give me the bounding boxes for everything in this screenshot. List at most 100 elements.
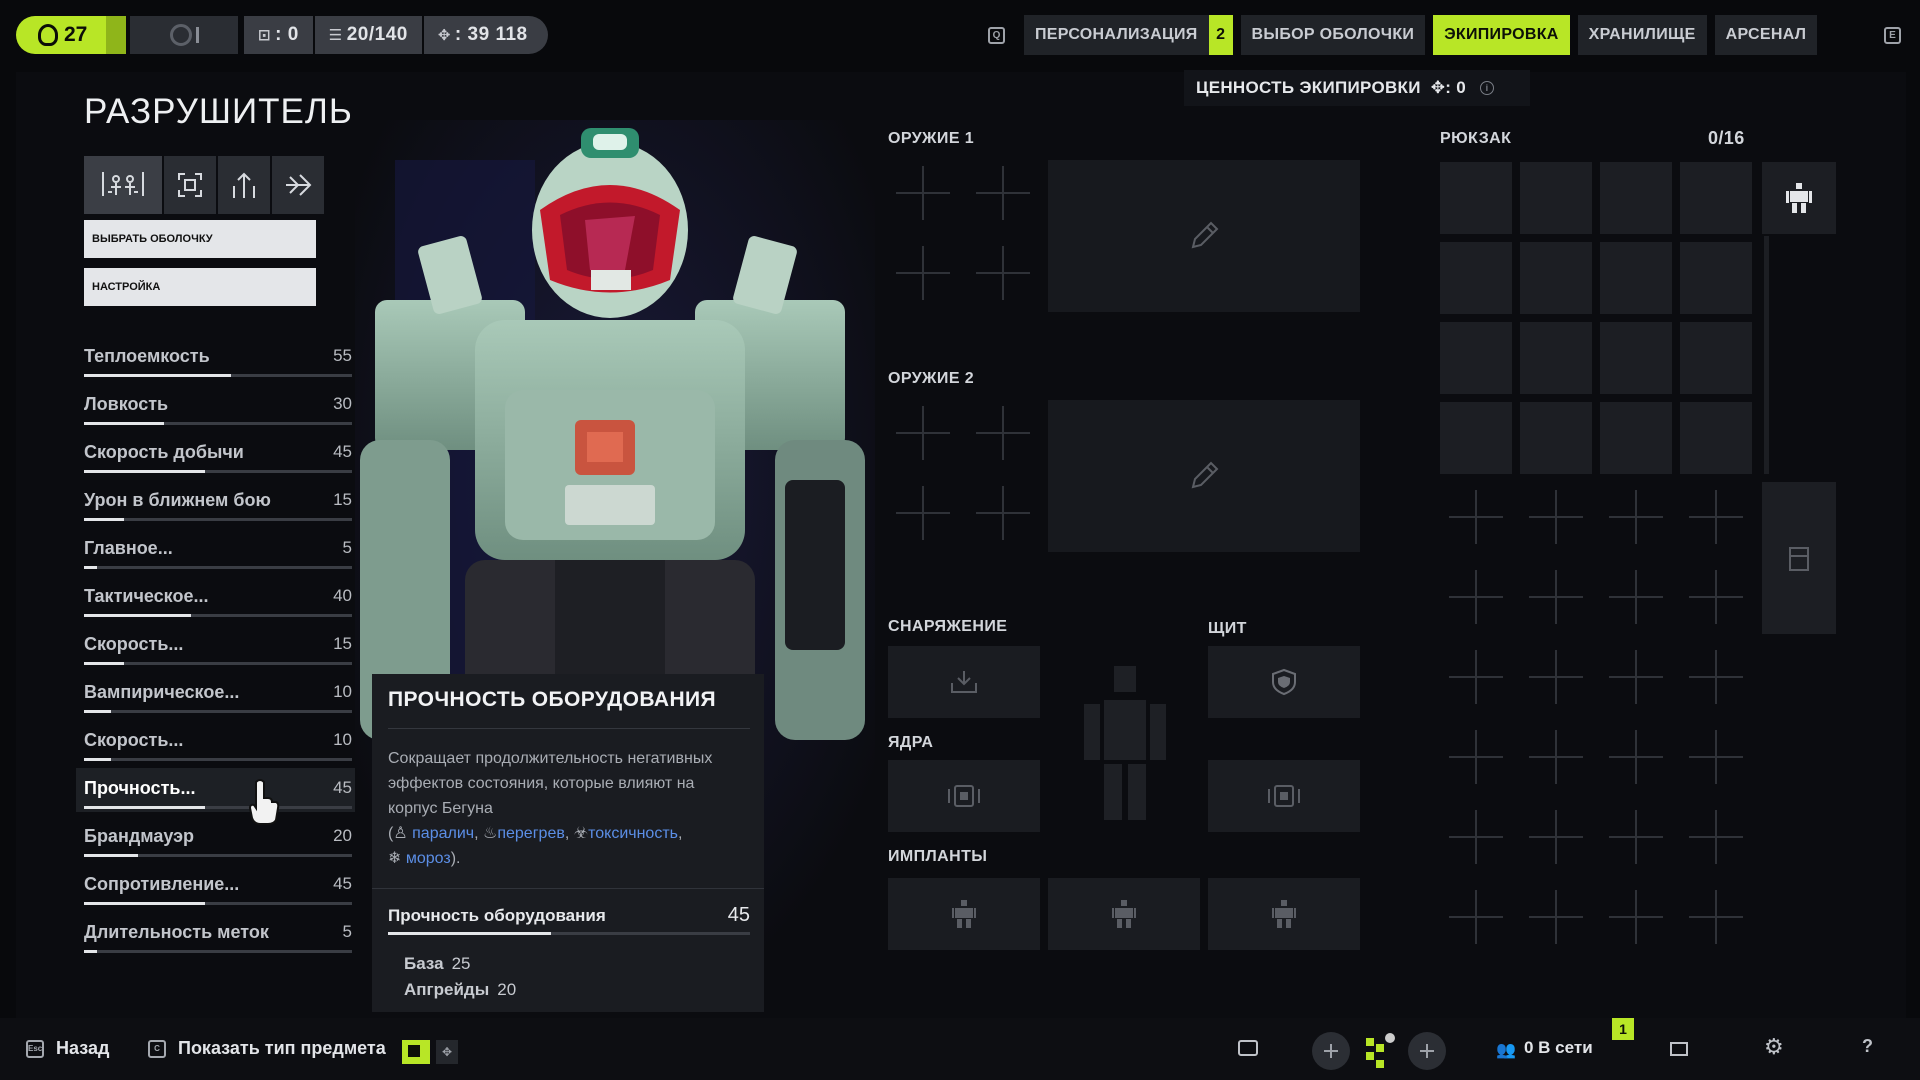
show-item-type-button[interactable]: Показать тип предмета: [178, 1038, 386, 1059]
settings-button[interactable]: НАСТРОЙКА: [84, 268, 316, 306]
backpack-cell[interactable]: [1520, 402, 1592, 474]
q-key-hint[interactable]: Q: [988, 27, 1005, 44]
ability-slot-split[interactable]: [218, 156, 270, 214]
e-key-hint[interactable]: E: [1884, 27, 1901, 44]
backpack-cell[interactable]: [1680, 322, 1752, 394]
mail-icon[interactable]: [1670, 1042, 1688, 1056]
storage-capacity-chip[interactable]: ☰ 20/140: [314, 16, 422, 54]
backpack-cell[interactable]: [1600, 242, 1672, 314]
plus-icon: [1420, 1044, 1434, 1058]
stat-row[interactable]: Ловкость 30: [84, 390, 352, 438]
stat-bar: [84, 710, 111, 713]
implant-slot-1[interactable]: [888, 878, 1040, 950]
weapon-1-slot[interactable]: [1048, 160, 1360, 312]
dash-arrow-icon: [286, 174, 312, 196]
backpack-scrollbar[interactable]: [1764, 236, 1769, 474]
backpack-tab-storage[interactable]: [1762, 482, 1836, 634]
stat-row[interactable]: Урон в ближнем бою 15: [84, 486, 352, 534]
keyword-frost[interactable]: мороз: [406, 850, 451, 867]
ability-slot-team[interactable]: [84, 156, 162, 214]
keyword-overheat[interactable]: перегрев: [497, 825, 565, 842]
weapon-mod-slot[interactable]: [896, 486, 950, 540]
tab-arsenal[interactable]: АРСЕНАЛ: [1714, 15, 1818, 55]
backpack-tab-character[interactable]: [1762, 162, 1836, 234]
player-avatar-icon[interactable]: [1362, 1030, 1398, 1070]
stat-row[interactable]: Брандмауэр 20: [84, 822, 352, 870]
party-slot-left[interactable]: [1312, 1032, 1350, 1070]
core-chip-icon: [1268, 785, 1300, 807]
chat-icon[interactable]: [1238, 1040, 1258, 1056]
core-slot-2[interactable]: [1208, 760, 1360, 832]
weapon-2-slot[interactable]: [1048, 400, 1360, 552]
backpack-cell[interactable]: [1520, 242, 1592, 314]
xp-progress-pill[interactable]: [130, 16, 238, 54]
stat-row[interactable]: Сопротивление... 45: [84, 870, 352, 918]
backpack-cell[interactable]: [1440, 242, 1512, 314]
backpack-cell[interactable]: [1520, 322, 1592, 394]
select-shell-button[interactable]: ВЫБРАТЬ ОБОЛОЧКУ: [84, 220, 316, 258]
info-icon[interactable]: i: [1480, 81, 1495, 95]
stat-row-selected[interactable]: Прочность... 45: [76, 768, 358, 822]
backpack-cell[interactable]: [1680, 162, 1752, 234]
stat-row[interactable]: Длительность меток 5: [84, 918, 352, 966]
backpack-locked-slot: [1529, 730, 1583, 784]
backpack-cell[interactable]: [1440, 402, 1512, 474]
backpack-cell[interactable]: [1600, 162, 1672, 234]
weapon-pencil-icon: [1191, 221, 1219, 249]
currency-chip-a[interactable]: ⊡ : 0: [244, 16, 313, 54]
implant-slot-3[interactable]: [1208, 878, 1360, 950]
keyword-paralysis[interactable]: паралич: [412, 825, 474, 842]
tab-personalization[interactable]: ПЕРСОНАЛИЗАЦИЯ: [1024, 15, 1209, 55]
backpack-cell[interactable]: [1440, 162, 1512, 234]
gear-slot[interactable]: [888, 646, 1040, 718]
tab-shell-select[interactable]: ВЫБОР ОБОЛОЧКИ: [1240, 15, 1426, 55]
backpack-cell[interactable]: [1600, 322, 1672, 394]
implant-slot-2[interactable]: [1048, 878, 1200, 950]
backpack-cell[interactable]: [1680, 402, 1752, 474]
credits-filter-icon[interactable]: ✥: [436, 1040, 458, 1064]
hand-cursor-icon: [248, 779, 280, 825]
tab-equipment[interactable]: ЭКИПИРОВКА: [1433, 15, 1570, 55]
backpack-cell[interactable]: [1440, 322, 1512, 394]
backpack-cell[interactable]: [1520, 162, 1592, 234]
weapon-mod-slot[interactable]: [976, 166, 1030, 220]
weapon-mod-slot[interactable]: [896, 246, 950, 300]
stat-row[interactable]: Теплоемкость 55: [84, 342, 352, 390]
ability-slot-dash[interactable]: [272, 156, 324, 214]
keyword-toxicity[interactable]: токсичность: [588, 825, 678, 842]
core-slot-1[interactable]: [888, 760, 1040, 832]
stat-bar: [84, 470, 205, 473]
stat-bar: [84, 662, 125, 665]
backpack-locked-slot: [1449, 890, 1503, 944]
stat-row[interactable]: Скорость... 10: [84, 726, 352, 774]
weapon-mod-slot[interactable]: [896, 166, 950, 220]
weapon-1-label: ОРУЖИЕ 1: [888, 130, 975, 147]
shield-slot[interactable]: [1208, 646, 1360, 718]
online-friends-button[interactable]: 0 В сети: [1524, 1038, 1593, 1058]
stat-list: Теплоемкость 55 Ловкость 30 Скорость добыч…: [76, 342, 358, 966]
tab-vault[interactable]: ХРАНИЛИЩЕ: [1577, 15, 1707, 55]
help-icon[interactable]: ?: [1862, 1036, 1873, 1057]
backpack-cell[interactable]: [1600, 402, 1672, 474]
backpack-locked-slot: [1609, 490, 1663, 544]
party-slot-right[interactable]: [1408, 1032, 1446, 1070]
back-button[interactable]: Назад: [56, 1038, 109, 1059]
player-level-badge[interactable]: 27: [16, 16, 126, 54]
weapon-mod-slot[interactable]: [976, 486, 1030, 540]
stat-row[interactable]: Скорость... 15: [84, 630, 352, 678]
backpack-locked-slot: [1609, 810, 1663, 864]
stat-row[interactable]: Вампирическое... 10: [84, 678, 352, 726]
backpack-locked-slot: [1689, 810, 1743, 864]
item-type-toggle[interactable]: [402, 1040, 430, 1064]
stat-row[interactable]: Главное... 5: [84, 534, 352, 582]
settings-gear-icon[interactable]: ⚙: [1764, 1034, 1784, 1060]
top-bar: 27 ⊡ : 0 ☰ 20/140 ✥ : 39 118 Q ПЕРСОНАЛИ…: [0, 0, 1920, 70]
backpack-cell[interactable]: [1680, 242, 1752, 314]
stat-row[interactable]: Скорость добычи 45: [84, 438, 352, 486]
weapon-mod-slot[interactable]: [976, 246, 1030, 300]
stat-row[interactable]: Тактическое... 40: [84, 582, 352, 630]
weapon-mod-slot[interactable]: [896, 406, 950, 460]
credits-chip[interactable]: ✥ : 39 118: [423, 16, 548, 54]
weapon-mod-slot[interactable]: [976, 406, 1030, 460]
ability-slot-frame[interactable]: [164, 156, 216, 214]
